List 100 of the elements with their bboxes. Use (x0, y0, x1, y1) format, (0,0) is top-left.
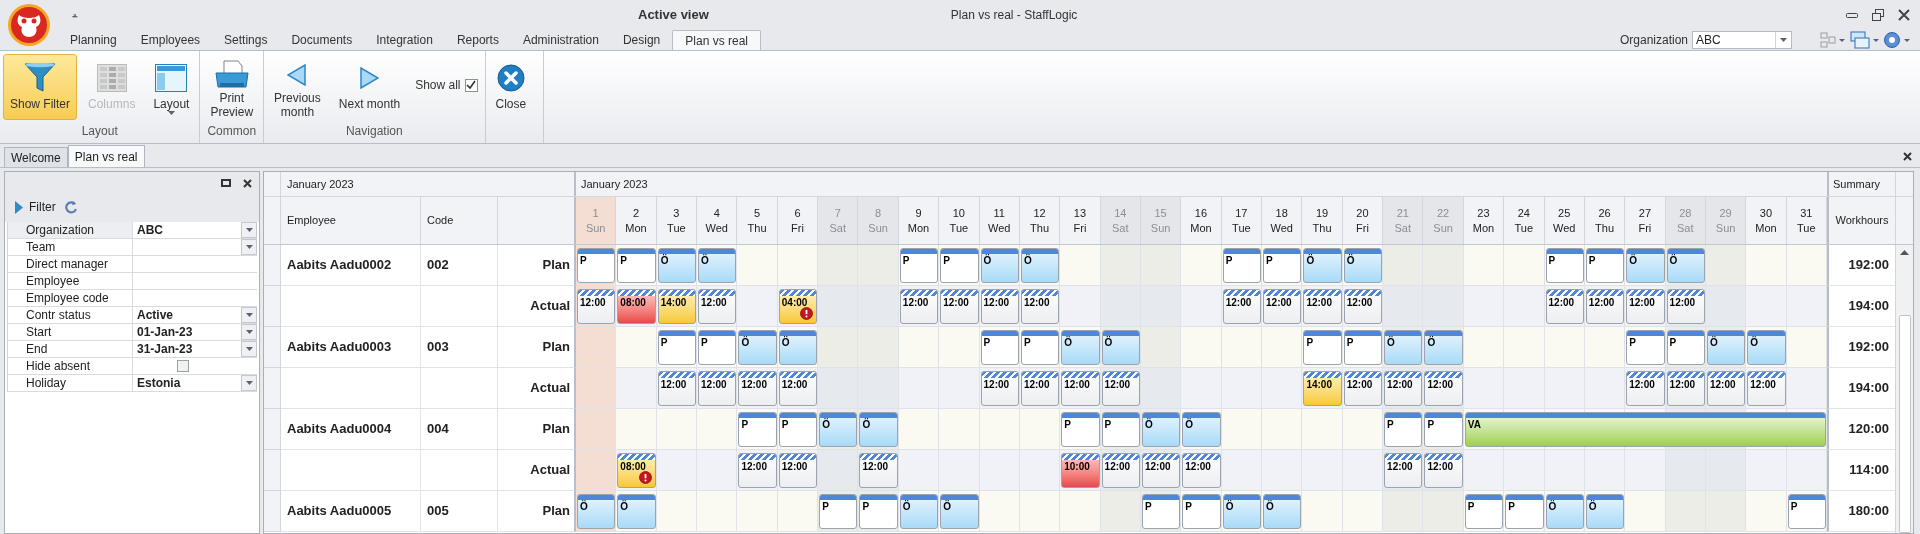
day-header[interactable]: 5 Thu (737, 197, 778, 244)
actual-card[interactable]: 12:00 (1585, 289, 1625, 324)
actual-card[interactable]: 12:00 (778, 371, 818, 406)
property-row[interactable]: Employee (8, 273, 257, 290)
day-header[interactable]: 31 Tue (1786, 197, 1827, 244)
property-row[interactable]: Employee code (8, 290, 257, 307)
plan-card[interactable]: P (819, 494, 858, 529)
actual-card[interactable]: 12:00 (1020, 289, 1060, 324)
actual-card[interactable]: 12:00 (778, 453, 818, 488)
plan-card[interactable]: Ö (1585, 494, 1625, 529)
actual-card[interactable]: 12:00 (1747, 371, 1786, 406)
actual-card[interactable]: 12:00 (1020, 371, 1060, 406)
property-row[interactable]: Start 01-Jan-23 (8, 324, 257, 341)
plan-card[interactable]: Ö (1222, 494, 1262, 529)
menu-tab[interactable]: Plan vs real (672, 30, 761, 50)
menu-tab[interactable]: Employees (128, 30, 213, 50)
actual-card[interactable]: 12:00 (1303, 289, 1342, 324)
day-header[interactable]: 4 Wed (697, 197, 738, 244)
actual-card[interactable]: 12:00 (1222, 289, 1262, 324)
day-header[interactable]: 25 Wed (1544, 197, 1585, 244)
plan-card[interactable]: Ö (1061, 330, 1100, 365)
actual-card[interactable]: 12:00 (1101, 371, 1140, 406)
plan-card[interactable]: P (1384, 412, 1423, 447)
actual-card[interactable]: 12:00 (980, 289, 1019, 324)
day-header[interactable]: 2 Mon (616, 197, 657, 244)
plan-card[interactable]: Ö (657, 248, 697, 283)
previous-month-button[interactable]: Previous month (267, 54, 328, 120)
plan-card[interactable]: P (1787, 494, 1826, 529)
plan-card[interactable]: P (1182, 494, 1221, 529)
plan-card[interactable]: Ö (577, 494, 616, 529)
plan-card[interactable]: Ö (1182, 412, 1221, 447)
property-row[interactable]: Direct manager (8, 256, 257, 273)
plan-card[interactable]: Ö (1101, 330, 1140, 365)
day-header[interactable]: 24 Tue (1504, 197, 1545, 244)
plan-card[interactable]: P (698, 330, 737, 365)
actual-card[interactable]: 14:00 (657, 289, 697, 324)
property-row[interactable]: Organization ABC (8, 222, 257, 239)
actual-card[interactable]: 12:00 (940, 289, 979, 324)
plan-card[interactable]: P (1626, 330, 1665, 365)
menu-tab[interactable]: Administration (510, 30, 611, 50)
plan-card[interactable]: P (738, 412, 777, 447)
plan-card[interactable]: P (1585, 248, 1625, 283)
day-header[interactable]: 16 Mon (1181, 197, 1222, 244)
plan-card[interactable]: Ö (899, 494, 939, 529)
menu-tab[interactable]: Integration (364, 30, 445, 50)
plan-card[interactable]: Ö (698, 248, 737, 283)
filter-button[interactable]: Filter (15, 198, 56, 216)
actual-card[interactable]: 04:00 (778, 289, 818, 324)
plan-card[interactable]: Ö (980, 248, 1019, 283)
plan-card[interactable]: P (1343, 330, 1383, 365)
actual-card[interactable]: 12:00 (738, 453, 777, 488)
plan-card[interactable]: P (940, 248, 979, 283)
day-header[interactable]: 3 Tue (656, 197, 698, 244)
property-row[interactable]: Team (8, 239, 257, 256)
column-header[interactable]: Workhours (1835, 212, 1889, 229)
quick-access-toolbar[interactable]: ⩡ (72, 7, 78, 23)
plan-card[interactable]: P (778, 412, 818, 447)
day-header[interactable]: 27 Fri (1625, 197, 1666, 244)
menu-tab[interactable]: Planning (58, 30, 129, 50)
vacation-bar[interactable]: VA (1464, 412, 1826, 447)
actual-card[interactable]: 12:00 (1263, 289, 1302, 324)
plan-card[interactable]: P (617, 248, 656, 283)
plan-card[interactable]: P (1020, 330, 1060, 365)
plan-card[interactable]: P (1222, 248, 1262, 283)
actual-card[interactable]: 12:00 (1424, 371, 1463, 406)
plan-card[interactable]: P (980, 330, 1019, 365)
plan-card[interactable]: Ö (1141, 412, 1181, 447)
actual-card[interactable]: 12:00 (657, 371, 697, 406)
menu-tab[interactable]: Settings (212, 30, 280, 50)
day-header[interactable]: 10 Tue (939, 197, 980, 244)
plan-card[interactable]: Ö (1706, 330, 1746, 365)
day-header[interactable]: 18 Wed (1262, 197, 1303, 244)
plan-card[interactable]: Ö (1020, 248, 1060, 283)
day-header[interactable]: 19 Thu (1302, 197, 1343, 244)
property-row[interactable]: End 31-Jan-23 (8, 341, 257, 358)
actual-card[interactable]: 12:00 (980, 371, 1019, 406)
plan-card[interactable]: P (1061, 412, 1100, 447)
plan-card[interactable]: P (657, 330, 697, 365)
plan-card[interactable]: P (1101, 412, 1140, 447)
day-header[interactable]: 30 Mon (1746, 197, 1787, 244)
close-button[interactable]: Close (488, 54, 534, 120)
day-header[interactable]: 11 Wed (979, 197, 1020, 244)
property-row[interactable]: Hide absent (8, 358, 257, 375)
day-header[interactable]: 12 Thu (1019, 197, 1061, 244)
plan-card[interactable]: P (1545, 248, 1584, 283)
plan-card[interactable]: Ö (1303, 248, 1342, 283)
actual-card[interactable]: 12:00 (1384, 371, 1423, 406)
plan-card[interactable]: Ö (1424, 330, 1463, 365)
day-header[interactable]: 17 Tue (1221, 197, 1263, 244)
plan-card[interactable]: P (1303, 330, 1342, 365)
actual-card[interactable]: 12:00 (1141, 453, 1181, 488)
actual-card[interactable]: 12:00 (1101, 453, 1140, 488)
day-header[interactable]: 13 Fri (1060, 197, 1101, 244)
plan-card[interactable]: Ö (1343, 248, 1383, 283)
plan-card[interactable]: Ö (1626, 248, 1665, 283)
plan-card[interactable]: P (577, 248, 616, 283)
plan-card[interactable]: P (899, 248, 939, 283)
plan-card[interactable]: P (1666, 330, 1705, 365)
plan-card[interactable]: Ö (738, 330, 777, 365)
actual-card[interactable]: 12:00 (1424, 453, 1463, 488)
